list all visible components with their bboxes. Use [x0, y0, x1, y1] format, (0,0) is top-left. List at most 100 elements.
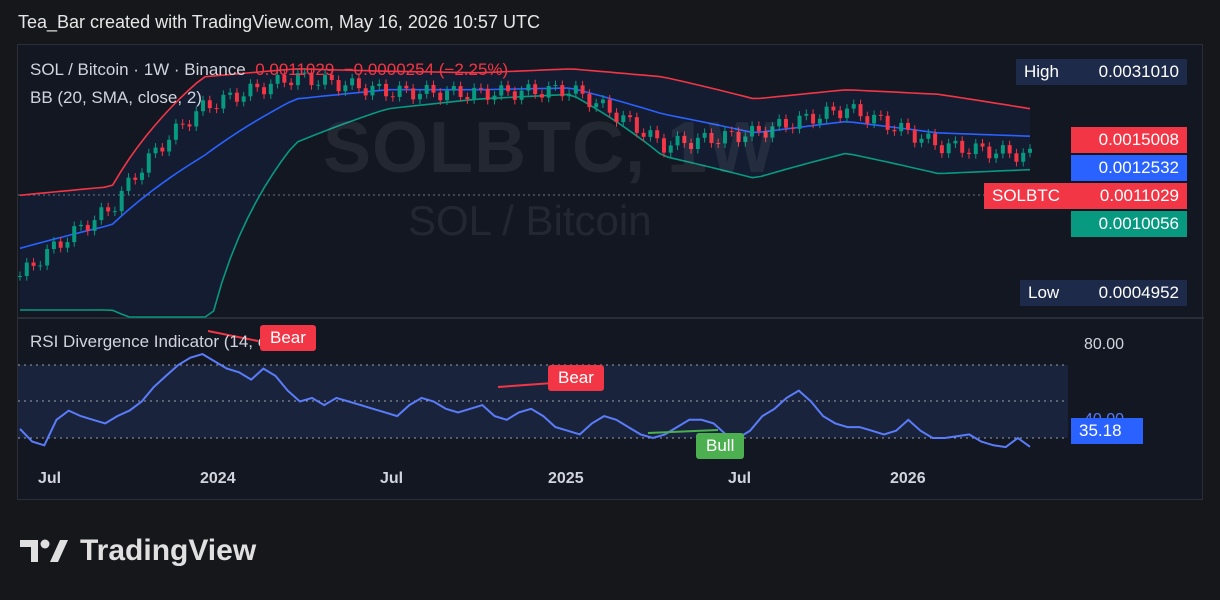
- candle-body: [79, 224, 84, 227]
- bb-legend[interactable]: BB (20, SMA, close, 2): [30, 88, 202, 108]
- candle-body: [119, 190, 124, 212]
- candle-body: [187, 124, 192, 127]
- x-tick-2024: 2024: [200, 470, 236, 487]
- candle-body: [417, 93, 422, 100]
- candle-body: [472, 87, 477, 100]
- candle-body: [397, 85, 402, 97]
- upper-band-tag: 0.0015008: [1071, 127, 1187, 153]
- symbol-label: SOL / Bitcoin · 1W · Binance: [30, 60, 246, 79]
- candle-body: [1007, 145, 1012, 154]
- candle-body: [865, 116, 870, 124]
- candle-body: [194, 111, 199, 127]
- candle-body: [919, 138, 924, 143]
- candle-body: [173, 123, 178, 140]
- candle-body: [831, 106, 836, 111]
- candle-body: [85, 224, 90, 231]
- candle-body: [207, 100, 212, 109]
- candle-body: [939, 145, 944, 154]
- candle-body: [1028, 148, 1032, 153]
- candle-body: [912, 129, 917, 143]
- candle-body: [485, 88, 490, 100]
- chart-header: Tea_Bar created with TradingView.com, Ma…: [18, 12, 540, 32]
- candle-body: [458, 86, 463, 97]
- candle-body: [899, 122, 904, 132]
- candle-body: [438, 92, 443, 101]
- candle-body: [316, 84, 321, 86]
- candle-body: [492, 95, 497, 100]
- candle-body: [234, 92, 239, 102]
- candle-body: [262, 87, 267, 95]
- last-price-legend: 0.0011029: [255, 60, 335, 79]
- candle-body: [600, 99, 605, 104]
- tradingview-logo[interactable]: TradingView: [20, 534, 256, 568]
- candle-body: [872, 114, 877, 124]
- chart-panel[interactable]: SOLBTC, 1W SOL / Bitcoin SOL / Bitcoin ·…: [17, 44, 1204, 500]
- candle-body: [838, 110, 843, 119]
- candle-body: [424, 84, 429, 94]
- symbol-legend[interactable]: SOL / Bitcoin · 1W · Binance 0.0011029 −…: [30, 60, 508, 80]
- candle-body: [499, 85, 504, 96]
- candle-body: [824, 106, 829, 119]
- candle-body: [241, 96, 246, 102]
- candle-body: [966, 152, 971, 155]
- candle-body: [567, 93, 572, 97]
- candle-body: [140, 172, 145, 180]
- candle-body: [777, 119, 782, 127]
- candle-body: [214, 108, 219, 110]
- low-label: Low: [1020, 280, 1076, 306]
- candle-body: [465, 96, 470, 100]
- candle-body: [255, 83, 260, 88]
- candle-body: [370, 85, 375, 96]
- lower-band-tag: 0.0010056: [1071, 211, 1187, 237]
- candle-body: [38, 265, 43, 267]
- candle-body: [160, 147, 165, 152]
- candle-body: [221, 94, 226, 109]
- bear-badge-1: Bear: [260, 325, 316, 351]
- candle-body: [1014, 153, 1019, 162]
- candle-body: [797, 115, 802, 129]
- candle-body: [1000, 145, 1005, 154]
- candle-body: [478, 87, 483, 89]
- candle-body: [506, 85, 511, 92]
- basis-tag: 0.0012532: [1071, 155, 1187, 181]
- last-price-tag: 0.0011029: [1071, 183, 1187, 209]
- candle-body: [58, 241, 63, 248]
- candle-body: [65, 242, 70, 248]
- candle-body: [112, 211, 117, 213]
- candle-body: [892, 129, 897, 132]
- candle-body: [539, 94, 544, 98]
- candle-body: [146, 153, 151, 173]
- bear-badge-2: Bear: [548, 365, 604, 391]
- candle-body: [126, 177, 131, 191]
- candle-body: [404, 85, 409, 89]
- candle-body: [363, 88, 368, 96]
- candle-body: [72, 226, 77, 243]
- candle-body: [953, 140, 958, 144]
- candle-body: [790, 127, 795, 129]
- x-tick-jul-2025: Jul: [728, 470, 752, 487]
- candle-body: [526, 84, 531, 91]
- candle-body: [946, 143, 951, 154]
- candle-body: [933, 133, 938, 146]
- tradingview-brand: TradingView: [80, 534, 257, 567]
- x-tick-2025: 2025: [548, 470, 584, 487]
- candle-body: [905, 122, 910, 130]
- candle-body: [960, 140, 965, 153]
- bull-badge: Bull: [696, 433, 745, 459]
- rsi-value-tag: 35.18: [1071, 418, 1143, 444]
- watermark-ticker: SOLBTC, 1W: [323, 108, 777, 188]
- price-change-legend: −0.0000254 (−2.25%): [343, 60, 509, 79]
- candle-body: [573, 85, 578, 94]
- high-value: 0.0031010: [1071, 59, 1187, 85]
- candle-body: [384, 83, 389, 97]
- candle-body: [512, 91, 517, 100]
- candle-body: [451, 86, 456, 91]
- candle-body: [783, 119, 788, 128]
- candle-body: [980, 143, 985, 147]
- candle-body: [248, 83, 253, 97]
- candle-body: [45, 249, 50, 266]
- candle-body: [268, 83, 273, 95]
- candle-body: [546, 86, 551, 98]
- candle-body: [1021, 152, 1026, 162]
- candle-body: [24, 262, 29, 277]
